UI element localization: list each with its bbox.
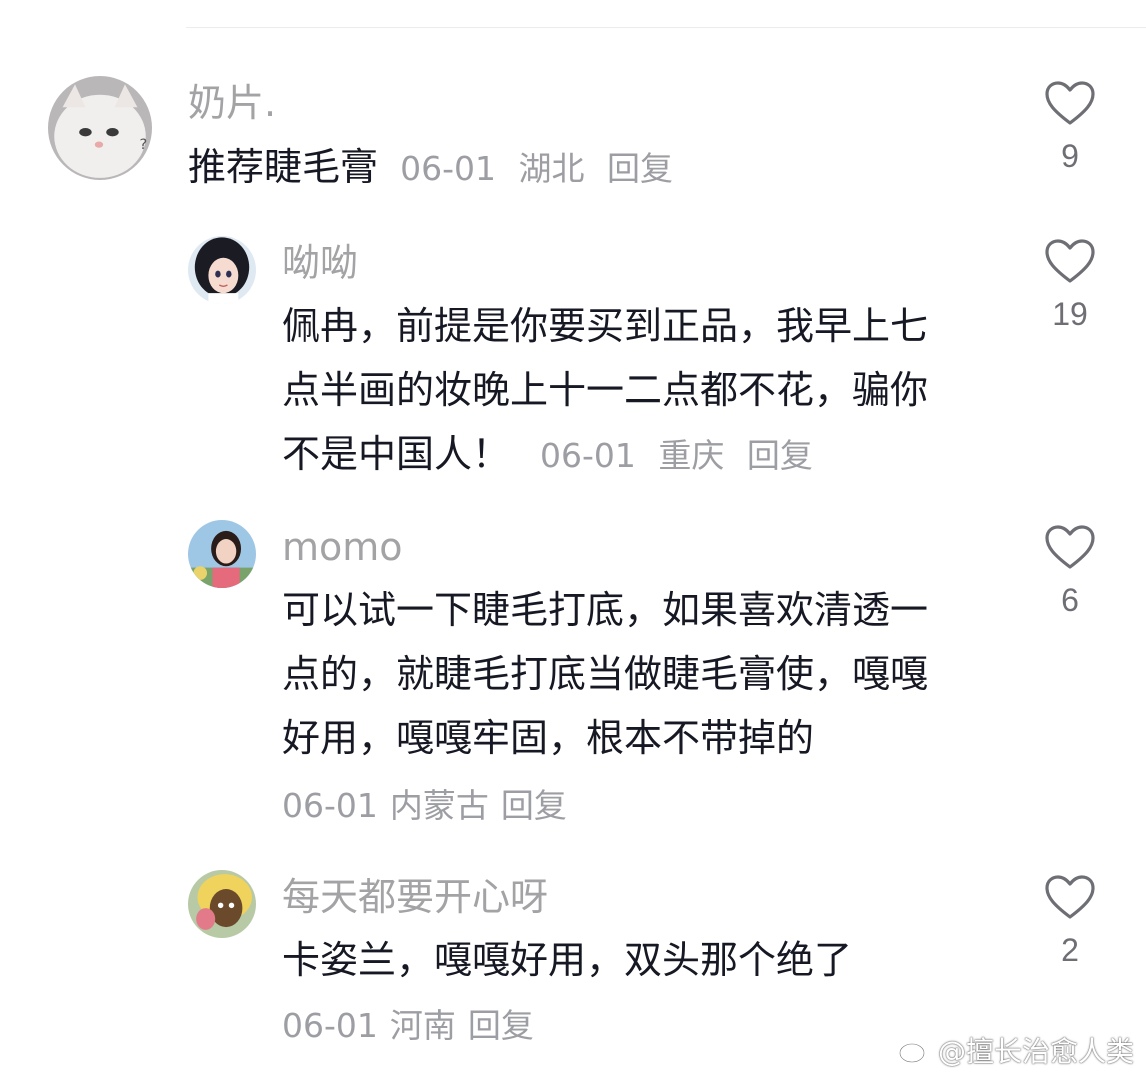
comment-line: 卡姿兰，嘎嘎好用，双头那个绝了	[282, 938, 853, 982]
comment-meta: 06-01 湖北 回复	[400, 149, 673, 188]
comment-date: 06-01	[282, 786, 378, 825]
comment-text: 卡姿兰，嘎嘎好用，双头那个绝了	[282, 928, 1002, 992]
avatar[interactable]	[188, 870, 256, 938]
comment-line: 佩冉，前提是你要买到正品，我早上七	[282, 304, 929, 348]
anime-girl-avatar-icon	[188, 236, 256, 304]
heart-icon	[1045, 875, 1095, 919]
comment-date: 06-01	[400, 149, 496, 188]
heart-icon	[1045, 81, 1095, 125]
watermark: @擅长治愈人类	[898, 1030, 1134, 1070]
comment-line: 点半画的妆晚上十一二点都不花，骗你	[282, 368, 929, 412]
comment-date: 06-01	[282, 1006, 378, 1045]
comment-line: 可以试一下睫毛打底，如果喜欢清透一	[282, 588, 929, 632]
reply-button[interactable]: 回复	[468, 1006, 534, 1045]
comment-text: 可以试一下睫毛打底，如果喜欢清透一 点的，就睫毛打底当做睫毛膏使，嘎嘎 好用，嘎…	[282, 578, 1002, 770]
comment-location: 河南	[389, 1006, 456, 1045]
like-button[interactable]: 2	[1040, 874, 1100, 970]
comment-date: 06-01	[540, 436, 636, 475]
username[interactable]: 呦呦	[282, 240, 358, 286]
comment-meta: 06-01 内蒙古 回复	[282, 784, 567, 828]
like-count: 9	[1061, 138, 1079, 174]
reply-button[interactable]: 回复	[747, 436, 813, 475]
weibo-logo-icon	[898, 1038, 931, 1064]
username[interactable]: 每天都要开心呀	[282, 874, 548, 920]
heart-icon	[1045, 525, 1095, 569]
comment-text: 推荐睫毛膏 06-01 湖北 回复	[188, 135, 1008, 201]
comment-line: 好用，嘎嘎牢固，根本不带掉的	[282, 716, 815, 760]
like-count: 6	[1061, 582, 1079, 618]
watermark-text: @擅长治愈人类	[937, 1035, 1134, 1068]
cartoon-character-avatar-icon	[188, 870, 256, 938]
avatar[interactable]	[188, 236, 256, 304]
comment-location: 内蒙古	[389, 786, 489, 825]
heart-icon	[1045, 239, 1095, 283]
svg-text:?: ?	[140, 136, 148, 153]
like-count: 2	[1061, 932, 1079, 968]
comment-line: 点的，就睫毛打底当做睫毛膏使，嘎嘎	[282, 652, 929, 696]
divider	[186, 27, 1146, 28]
like-button[interactable]: 6	[1040, 524, 1100, 620]
username[interactable]: 奶片.	[188, 80, 276, 126]
reply-button[interactable]: 回复	[501, 786, 567, 825]
comment-location: 重庆	[658, 436, 725, 475]
comment-meta: 06-01 河南 回复	[282, 1004, 534, 1048]
like-button[interactable]: 9	[1040, 80, 1100, 176]
avatar[interactable]: ?	[48, 76, 152, 180]
comment-line: 不是中国人！	[282, 432, 511, 476]
like-count: 19	[1052, 296, 1088, 332]
comment-line: 推荐睫毛膏	[188, 145, 379, 189]
like-button[interactable]: 19	[1040, 238, 1100, 334]
woman-photo-avatar-icon	[188, 520, 256, 588]
comment-text: 佩冉，前提是你要买到正品，我早上七 点半画的妆晚上十一二点都不花，骗你 不是中国…	[282, 294, 1002, 488]
username[interactable]: momo	[282, 524, 403, 570]
reply-button[interactable]: 回复	[607, 149, 673, 188]
comment-meta: 06-01 重庆 回复	[540, 436, 813, 475]
comment-location: 湖北	[518, 149, 585, 188]
avatar[interactable]	[188, 520, 256, 588]
white-cat-avatar-icon: ?	[48, 76, 152, 180]
